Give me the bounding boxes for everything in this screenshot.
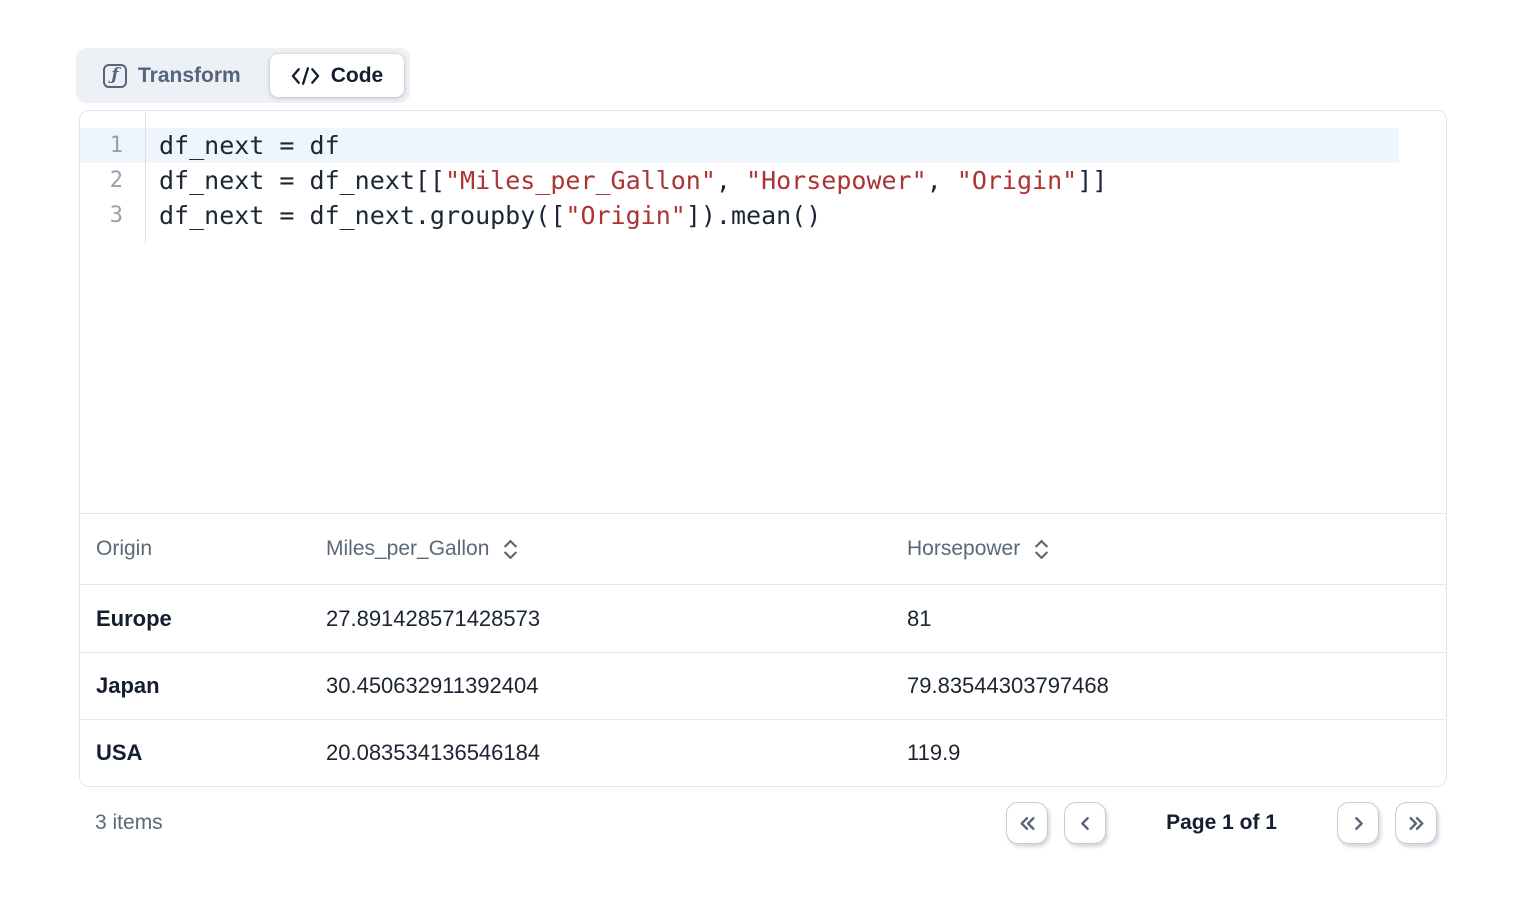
page-indicator: Page 1 of 1 <box>1166 811 1277 835</box>
view-toggle-tabbar: ƒ Transform Code <box>76 48 410 103</box>
column-header-miles-per-gallon[interactable]: Miles_per_Gallon <box>310 537 891 561</box>
cell-horsepower: 81 <box>891 606 1446 632</box>
cell-horsepower: 79.83544303797468 <box>891 673 1446 699</box>
double-chevron-left-icon <box>1018 814 1037 833</box>
cell-horsepower: 119.9 <box>891 740 1446 766</box>
next-page-button[interactable] <box>1337 802 1379 844</box>
table-row: USA 20.083534136546184 119.9 <box>80 719 1446 786</box>
tab-transform-label: Transform <box>138 64 241 88</box>
code-line-text[interactable]: df_next = df <box>145 128 340 163</box>
cell-miles-per-gallon: 27.891428571428573 <box>310 606 891 632</box>
function-icon: ƒ <box>103 64 127 88</box>
cell-origin: USA <box>80 740 310 766</box>
pagination: Page 1 of 1 <box>1006 802 1447 844</box>
chevron-right-icon <box>1349 814 1368 833</box>
sort-chevrons-icon[interactable] <box>503 539 518 560</box>
code-editor-lines: 1 df_next = df 2 df_next = df_next[["Mil… <box>80 128 1446 233</box>
line-number: 2 <box>80 163 145 198</box>
double-chevron-right-icon <box>1407 814 1426 833</box>
gutter-divider <box>145 111 146 243</box>
previous-page-button[interactable] <box>1064 802 1106 844</box>
cell-origin: Europe <box>80 606 310 632</box>
first-page-button[interactable] <box>1006 802 1048 844</box>
table-footer: 3 items Page 1 of 1 <box>79 802 1447 844</box>
tab-code-label: Code <box>331 64 384 88</box>
cell-origin: Japan <box>80 673 310 699</box>
sort-chevrons-icon[interactable] <box>1034 539 1049 560</box>
items-count: 3 items <box>79 811 163 835</box>
chevron-left-icon <box>1076 814 1095 833</box>
cell-miles-per-gallon: 20.083534136546184 <box>310 740 891 766</box>
code-line-text[interactable]: df_next = df_next[["Miles_per_Gallon", "… <box>145 163 1107 198</box>
table-row: Europe 27.891428571428573 81 <box>80 585 1446 652</box>
column-header-mpg-label: Miles_per_Gallon <box>326 537 489 561</box>
cell-miles-per-gallon: 30.450632911392404 <box>310 673 891 699</box>
code-and-table-card: 1 df_next = df 2 df_next = df_next[["Mil… <box>79 110 1447 787</box>
table-header-row: Origin Miles_per_Gallon Horsepower <box>80 513 1446 585</box>
column-header-hp-label: Horsepower <box>907 537 1020 561</box>
code-editor[interactable]: 1 df_next = df 2 df_next = df_next[["Mil… <box>80 111 1446 513</box>
column-header-origin: Origin <box>80 537 310 561</box>
code-line-text[interactable]: df_next = df_next.groupby(["Origin"]).me… <box>145 198 821 233</box>
code-line[interactable]: 2 df_next = df_next[["Miles_per_Gallon",… <box>80 163 1399 198</box>
tab-transform[interactable]: ƒ Transform <box>82 54 262 97</box>
app-window: ƒ Transform Code 1 df_next = df 2 df_nex… <box>0 0 1516 918</box>
code-line[interactable]: 1 df_next = df <box>80 128 1399 163</box>
table-body: Europe 27.891428571428573 81 Japan 30.45… <box>80 585 1446 786</box>
line-number: 1 <box>80 128 145 163</box>
last-page-button[interactable] <box>1395 802 1437 844</box>
column-header-origin-label: Origin <box>96 537 152 560</box>
table-row: Japan 30.450632911392404 79.835443037974… <box>80 652 1446 719</box>
column-header-horsepower[interactable]: Horsepower <box>891 537 1446 561</box>
tab-code[interactable]: Code <box>270 54 405 97</box>
code-line[interactable]: 3 df_next = df_next.groupby(["Origin"]).… <box>80 198 1399 233</box>
line-number: 3 <box>80 198 145 233</box>
code-slash-icon <box>291 66 320 86</box>
